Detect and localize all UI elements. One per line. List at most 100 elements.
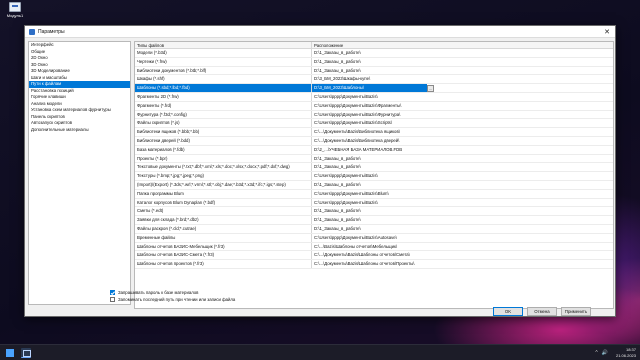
system-clock[interactable]: 18:37 21.06.2023 bbox=[616, 347, 636, 358]
file-type-cell: Библиотеки дверей (*.bdd) bbox=[135, 136, 312, 145]
settings-dialog: Параметры ✕ Интерфейс Общие 2D Окно 3D Окно… bbox=[24, 25, 616, 317]
location-cell[interactable]: C:\...\Bazis\Шаблоны отчетов\Мебельщик\ bbox=[312, 243, 427, 251]
table-row[interactable]: Шаблоны (*.sbd;*.lbd;*.fbd) D:\3_БМ_2023\… bbox=[135, 84, 613, 93]
file-type-cell: Шаблоны (*.sbd;*.lbd;*.fbd) bbox=[135, 84, 312, 92]
table-row[interactable]: Библиотеки ящиков (*.bbb;*.bb) C:\...\Док… bbox=[135, 128, 613, 137]
table-row[interactable]: Сметы (*.edt) D:\1_Заказы_в_работе\ bbox=[135, 207, 613, 217]
table-row[interactable]: Временные файлы C:\Users\pppp\Документы\B… bbox=[135, 233, 613, 243]
browse-folder-button[interactable]: … bbox=[427, 84, 434, 92]
location-cell[interactable]: D:\1_Заказы_в_работе\ bbox=[312, 163, 427, 171]
file-type-cell: Шаблоны отчетов проектов (*.fr3) bbox=[135, 260, 312, 268]
table-row[interactable]: Шкафы (*.shf) D:\3_БМ_2023\Шкафы-купе\ bbox=[135, 75, 613, 85]
dialog-titlebar[interactable]: Параметры ✕ bbox=[25, 26, 615, 38]
windows-start-icon[interactable] bbox=[6, 349, 14, 357]
table-row[interactable]: Файлы скриптов (*.js) C:\Users\pppp\Докум… bbox=[135, 119, 613, 129]
ask-password-checkbox[interactable] bbox=[110, 290, 115, 295]
location-cell[interactable]: C:\Users\pppp\Документы\Bazis\Фрагменты\ bbox=[312, 102, 427, 110]
app-icon bbox=[29, 28, 35, 35]
file-type-cell: Библиотеки ящиков (*.bbb;*.bb) bbox=[135, 128, 312, 136]
table-body: Модели (*.b3d) D:\1_Заказы_в_работе\ Черте… bbox=[135, 49, 613, 269]
location-cell[interactable]: D:\1_Заказы_в_работе\ bbox=[312, 225, 427, 233]
file-type-cell: Библиотеки документов (*.btb;*.blf) bbox=[135, 66, 312, 75]
table-row[interactable]: Фрагменты 2D (*.frw) C:\Users\pppp\Докуме… bbox=[135, 92, 613, 102]
location-cell[interactable]: D:\3_БМ_2023\Шкафы-купе\ bbox=[312, 75, 427, 83]
file-type-cell: Каталог корпусов Blum Dynaplan (*.bdf) bbox=[135, 198, 312, 207]
location-cell[interactable]: C:\...\Документы\Bazis\Библиотека ящиков… bbox=[312, 128, 427, 136]
file-type-cell: Текстуры (*.bmp;*.jpg;*.jpeg;*.png) bbox=[135, 172, 312, 180]
location-cell[interactable]: C:\...\Документы\Bazis\Шаблоны отчетов\С… bbox=[312, 251, 427, 259]
taskbar: ^ 🔊 18:37 21.06.2023 bbox=[0, 344, 640, 360]
ok-button[interactable]: OK bbox=[493, 307, 523, 316]
table-row[interactable]: Чертежи (*.frw) D:\1_Заказы_в_работе\ bbox=[135, 57, 613, 67]
table-row[interactable]: Заявки для склада (*.brd;*.dbz) D:\1_Зака… bbox=[135, 216, 613, 225]
file-type-cell: Модели (*.b3d) bbox=[135, 49, 312, 57]
table-row[interactable]: Каталог корпусов Blum Dynaplan (*.bdf) C:… bbox=[135, 198, 613, 208]
location-cell[interactable]: D:\1_Заказы_в_работе\ bbox=[312, 49, 427, 57]
location-cell[interactable]: C:\Users\pppp\Документы\Bazis\Scripts\ bbox=[312, 119, 427, 127]
table-row[interactable]: Шаблоны отчетов проектов (*.fr3) C:\...\Д… bbox=[135, 260, 613, 269]
table-header: Типы файлов Расположение bbox=[135, 42, 613, 49]
column-header-location[interactable]: Расположение bbox=[312, 42, 427, 48]
location-cell[interactable]: D:\3_БМ_2023\Шаблоны\ bbox=[312, 84, 427, 92]
tray-chevron-icon[interactable]: ^ bbox=[595, 350, 597, 356]
file-type-cell: Шкафы (*.shf) bbox=[135, 75, 312, 84]
table-row[interactable]: Проекты (*.bpr) D:\1_Заказы_в_работе\ bbox=[135, 154, 613, 164]
table-row[interactable]: Папка программы Blum C:\Users\pppp\Докуме… bbox=[135, 189, 613, 199]
location-cell[interactable]: C:\Users\pppp\Документы\Bazis\Фурнитура\ bbox=[312, 111, 427, 119]
column-header-file-types[interactable]: Типы файлов bbox=[135, 42, 312, 48]
location-cell[interactable]: D:\2_...\УЧЕБНАЯ БАЗА МАТЕРИАЛОВ.FDB bbox=[312, 146, 427, 154]
system-tray: ^ 🔊 bbox=[595, 350, 608, 356]
location-cell[interactable]: D:\1_Заказы_в_работе\ bbox=[312, 155, 427, 163]
file-type-cell: (Import)/(Export) (*.3ds;*.wrl;*.vrml;*.… bbox=[135, 180, 312, 189]
location-cell[interactable]: D:\1_Заказы_в_работе\ bbox=[312, 67, 427, 75]
file-type-cell: Папка программы Blum bbox=[135, 189, 312, 198]
location-cell[interactable]: C:\Users\pppp\Документы\Bazis\Blum\ bbox=[312, 190, 427, 198]
file-type-cell: Шаблоны отчетов БАЗИС-Смета (*.fr3) bbox=[135, 251, 312, 260]
close-button[interactable]: ✕ bbox=[599, 26, 615, 38]
table-row[interactable]: Фурнитура (*.f3d;*.config) C:\Users\pppp\… bbox=[135, 110, 613, 120]
table-row[interactable]: Фрагменты (*.frd) C:\Users\pppp\Документы… bbox=[135, 101, 613, 111]
sidebar-item[interactable]: Дополнительные материалы bbox=[29, 127, 130, 134]
settings-category-list: Интерфейс Общие 2D Окно 3D Окно 3D Моделиров… bbox=[28, 41, 131, 305]
app-shortcut-icon bbox=[9, 2, 21, 12]
cancel-button[interactable]: Отмена bbox=[527, 307, 557, 316]
location-cell[interactable]: C:\Users\pppp\Документы\Bazis\ bbox=[312, 93, 427, 101]
table-row[interactable]: Модели (*.b3d) D:\1_Заказы_в_работе\ bbox=[135, 49, 613, 58]
desktop-shortcut[interactable]: Модуль1 bbox=[4, 2, 26, 18]
table-row[interactable]: Текстуры (*.bmp;*.jpg;*.jpeg;*.png) C:\Us… bbox=[135, 172, 613, 181]
table-row[interactable]: Шаблоны отчетов БАЗИС-Смета (*.fr3) C:\..… bbox=[135, 251, 613, 261]
table-row[interactable]: Текстовые документы (*.txt;*.dbf;*.xml;*… bbox=[135, 163, 613, 173]
apply-button[interactable]: Применить bbox=[561, 307, 591, 316]
table-row[interactable]: Библиотеки документов (*.btb;*.blf) D:\1_… bbox=[135, 66, 613, 76]
file-type-cell: Заявки для склада (*.brd;*.dbz) bbox=[135, 216, 312, 224]
bazis-app-taskbar-icon[interactable] bbox=[21, 348, 31, 358]
file-type-cell: Шаблоны отчетов БАЗИС-Мебельщик (*.fr3) bbox=[135, 242, 312, 251]
volume-icon[interactable]: 🔊 bbox=[602, 350, 608, 356]
file-type-cell: Фрагменты 2D (*.frw) bbox=[135, 92, 312, 101]
file-type-cell: Временные файлы bbox=[135, 233, 312, 242]
table-row[interactable]: (Import)/(Export) (*.3ds;*.wrl;*.vrml;*.… bbox=[135, 180, 613, 190]
file-type-cell: Чертежи (*.frw) bbox=[135, 57, 312, 66]
remember-path-option[interactable]: Запоминать последний путь при чтении или… bbox=[110, 297, 235, 302]
file-type-cell: База материалов (*.fdb) bbox=[135, 145, 312, 154]
location-cell[interactable]: C:\...\Документы\Bazis\Библиотека дверей… bbox=[312, 137, 427, 145]
location-cell[interactable]: D:\1_Заказы_в_работе\ bbox=[312, 216, 427, 224]
location-cell[interactable]: C:\Users\pppp\Документы\Bazis\Autosave\ bbox=[312, 234, 427, 242]
remember-path-checkbox[interactable] bbox=[110, 297, 115, 302]
location-cell[interactable]: C:\Users\pppp\Документы\Bazis\ bbox=[312, 199, 427, 207]
table-row[interactable]: Файлы раскроя (*.cld;*.cutrae) D:\1_Заказ… bbox=[135, 224, 613, 234]
location-cell[interactable]: C:\...\Документы\Bazis\Шаблоны отчетов\П… bbox=[312, 260, 427, 268]
file-type-cell: Проекты (*.bpr) bbox=[135, 154, 312, 163]
location-cell[interactable]: C:\Users\pppp\Документы\Bazis\ bbox=[312, 172, 427, 180]
table-row[interactable]: База материалов (*.fdb) D:\2_...\УЧЕБНАЯ … bbox=[135, 145, 613, 155]
clock-date: 21.06.2023 bbox=[615, 352, 636, 358]
location-cell[interactable]: D:\1_Заказы_в_работе\ bbox=[312, 58, 427, 66]
table-row[interactable]: Библиотеки дверей (*.bdd) C:\...\Документ… bbox=[135, 136, 613, 146]
ask-password-option[interactable]: Запрашивать пароль к базе материалов bbox=[110, 290, 198, 295]
file-type-cell: Файлы скриптов (*.js) bbox=[135, 119, 312, 128]
dialog-title: Параметры bbox=[38, 28, 65, 35]
location-cell[interactable]: D:\1_Заказы_в_работе\ bbox=[312, 207, 427, 215]
table-row[interactable]: Шаблоны отчетов БАЗИС-Мебельщик (*.fr3) C… bbox=[135, 242, 613, 252]
desktop-shortcut-label: Модуль1 bbox=[6, 13, 24, 18]
location-cell[interactable]: D:\1_Заказы_в_работе\ bbox=[312, 181, 427, 189]
